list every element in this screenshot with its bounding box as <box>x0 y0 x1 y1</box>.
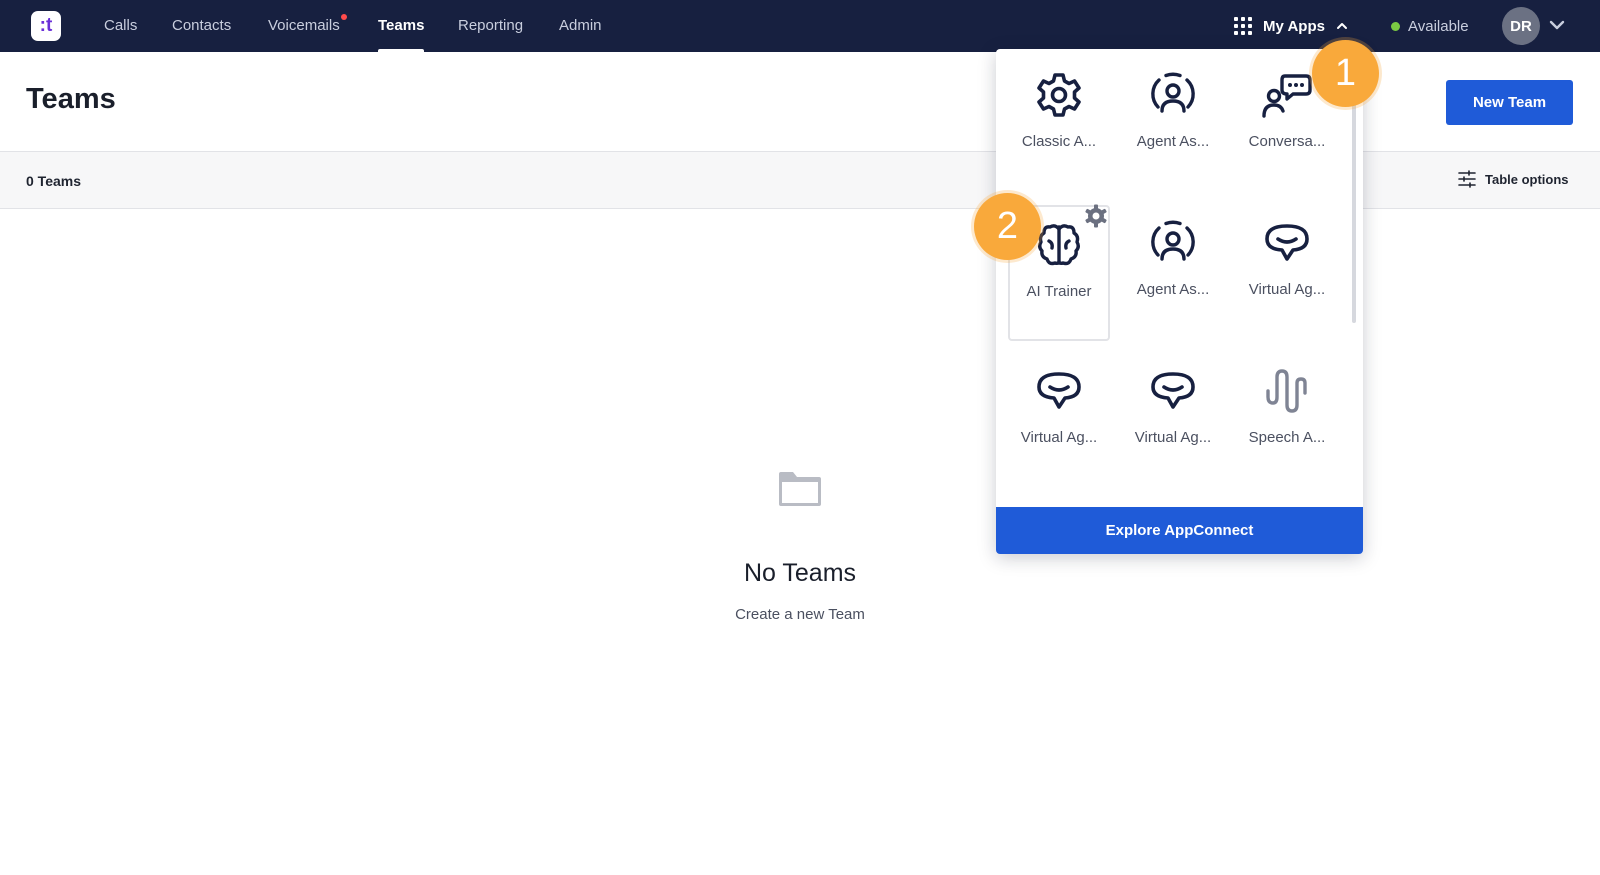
app-label: Virtual Ag... <box>1134 429 1212 446</box>
settings-gear-icon[interactable] <box>1083 203 1109 229</box>
agent-icon <box>1151 220 1195 261</box>
explore-appconnect-button[interactable]: Explore AppConnect <box>996 507 1363 554</box>
app-logo[interactable]: :t <box>31 11 61 41</box>
nav-item-calls[interactable]: Calls <box>104 0 137 52</box>
nav-item-teams[interactable]: Teams <box>378 0 425 52</box>
app-label: AI Trainer <box>1026 283 1092 300</box>
app-label: Speech A... <box>1248 429 1326 446</box>
empty-state-title: No Teams <box>743 559 857 587</box>
app-tile-speech-analytics[interactable]: Speech A... <box>1236 357 1338 461</box>
app-label: Agent As... <box>1136 281 1210 298</box>
nav-item-contacts[interactable]: Contacts <box>172 0 231 52</box>
page-title: Teams <box>26 83 116 115</box>
folder-icon <box>779 472 821 506</box>
nav-item-voicemails-label: Voicemails <box>268 17 340 34</box>
status-label: Available <box>1408 17 1469 35</box>
app-label: Classic A... <box>1021 133 1097 150</box>
app-tile-virtual-agent-2[interactable]: Virtual Ag... <box>1008 357 1110 461</box>
app-tile-classic[interactable]: Classic A... <box>1008 61 1110 165</box>
sliders-icon <box>1458 170 1476 188</box>
apps-scrollbar[interactable] <box>1352 101 1356 323</box>
chat-bubble-icon <box>1151 372 1195 409</box>
app-label: Virtual Ag... <box>1020 429 1098 446</box>
app-tile-virtual-agent-3[interactable]: Virtual Ag... <box>1122 357 1224 461</box>
conversation-icon <box>1262 74 1312 118</box>
team-count: 0 Teams <box>26 173 81 189</box>
app-label: Conversa... <box>1248 133 1326 150</box>
waveform-icon <box>1266 369 1307 413</box>
gear-icon <box>1037 73 1081 117</box>
agent-icon <box>1151 72 1195 113</box>
app-label: Virtual Ag... <box>1248 281 1326 298</box>
chat-bubble-icon <box>1037 372 1081 409</box>
nav-item-reporting[interactable]: Reporting <box>458 0 523 52</box>
step-callout-1: 1 <box>1312 40 1379 107</box>
nav-item-admin[interactable]: Admin <box>559 0 602 52</box>
app-tile-agent-assist[interactable]: Agent As... <box>1122 61 1224 165</box>
nav-item-voicemails[interactable]: Voicemails <box>268 0 347 52</box>
apps-grid: Classic A... Agent As... Conversa... AI … <box>1008 61 1338 461</box>
empty-state: No Teams Create a new Team <box>650 470 950 623</box>
brain-icon <box>1038 224 1080 266</box>
my-apps-dropdown: Classic A... Agent As... Conversa... AI … <box>996 49 1363 554</box>
chat-bubble-icon <box>1265 224 1309 261</box>
chevron-down-icon[interactable] <box>1548 16 1566 34</box>
my-apps-label: My Apps <box>1263 17 1325 35</box>
avatar[interactable]: DR <box>1502 7 1540 45</box>
empty-state-subtitle: Create a new Team <box>735 606 865 623</box>
app-tile-virtual-agent[interactable]: Virtual Ag... <box>1236 209 1338 313</box>
notification-dot <box>340 14 347 20</box>
app-label: Agent As... <box>1136 133 1210 150</box>
availability-status[interactable]: Available <box>1391 0 1469 52</box>
step-callout-2: 2 <box>974 193 1041 260</box>
chevron-up-icon <box>1336 23 1347 29</box>
status-dot <box>1391 21 1400 31</box>
table-options-label: Table options <box>1485 171 1569 187</box>
new-team-button[interactable]: New Team <box>1446 80 1573 125</box>
table-options-button[interactable]: Table options <box>1458 170 1569 188</box>
apps-grid-icon <box>1234 17 1252 35</box>
app-tile-agent-assist-2[interactable]: Agent As... <box>1122 209 1224 313</box>
